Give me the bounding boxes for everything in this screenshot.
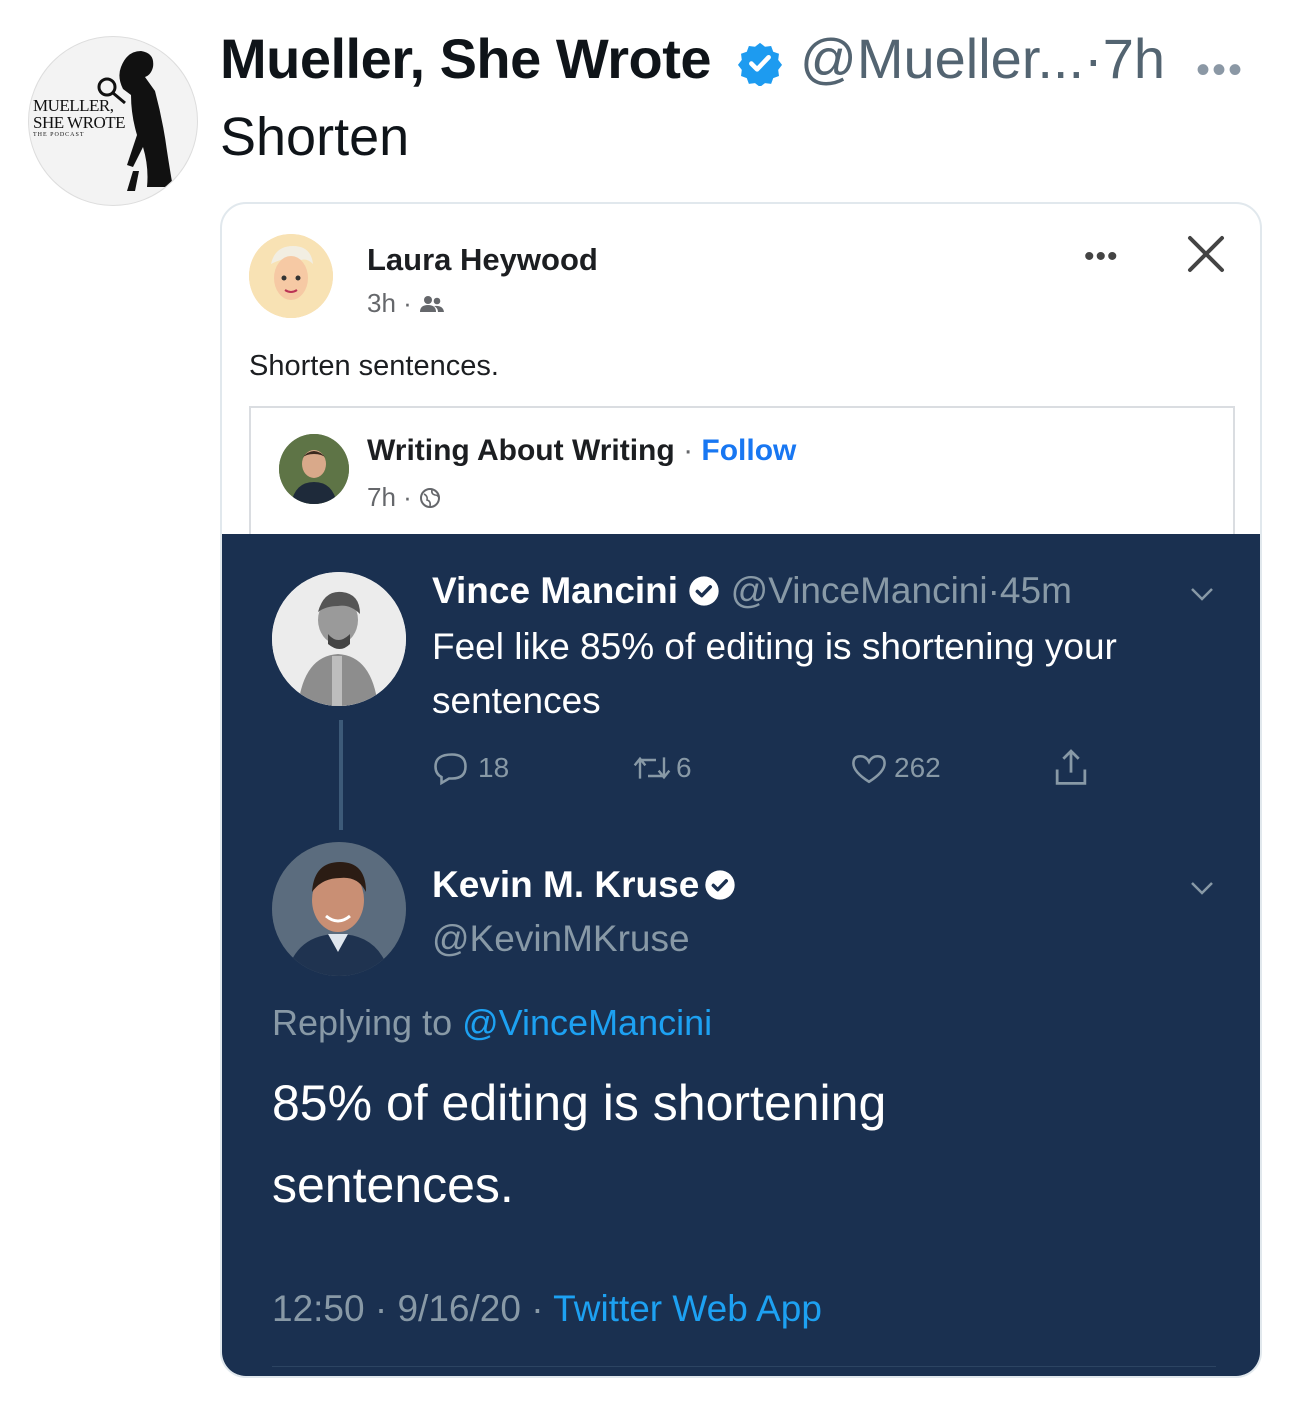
like-count: 262 xyxy=(894,752,941,783)
shared-post-meta: 7h · xyxy=(367,482,441,513)
retweet-icon[interactable] xyxy=(632,752,672,784)
kevin-handle: @KevinMKruse xyxy=(432,918,690,959)
replying-to-row: Replying to @VinceMancini xyxy=(272,1002,712,1044)
person-photo-icon xyxy=(272,842,406,976)
logo-line-1: MUELLER, xyxy=(33,96,114,115)
author-handle-time[interactable]: @Mueller...·7h xyxy=(800,26,1165,91)
reply-source[interactable]: Twitter Web App xyxy=(553,1288,822,1329)
separator-dot: · xyxy=(403,288,412,318)
tweet-time: 7h xyxy=(1102,27,1165,90)
kevin-text-line-1: 85% of editing is shortening xyxy=(272,1075,887,1131)
vince-name[interactable]: Vince Mancini xyxy=(432,570,678,611)
verified-badge-icon xyxy=(705,870,735,900)
heart-icon[interactable] xyxy=(850,752,888,786)
vince-handle: @VinceMancini xyxy=(730,570,988,611)
thread-line xyxy=(339,720,343,830)
retweet-count: 6 xyxy=(676,752,692,783)
facebook-post-time: 3h xyxy=(367,288,396,318)
logo-line-3: THE PODCAST xyxy=(33,132,85,138)
facebook-post-text: Shorten sentences. xyxy=(249,350,499,382)
writing-about-writing-avatar xyxy=(279,434,349,504)
friends-audience-icon xyxy=(420,296,445,312)
separator-dot: · xyxy=(531,1288,544,1329)
vince-time: 45m xyxy=(999,570,1072,611)
vince-text-line-2: sentences xyxy=(432,680,601,721)
reply-time: 12:50 xyxy=(272,1288,365,1329)
tweet-text: Shorten xyxy=(220,107,410,167)
facebook-post-meta: 3h · xyxy=(367,288,445,319)
kevin-text-line-2: sentences. xyxy=(272,1157,514,1213)
globe-icon xyxy=(420,488,441,508)
facebook-author-name[interactable]: Laura Heywood xyxy=(367,242,598,278)
reply-icon[interactable] xyxy=(434,750,470,786)
divider xyxy=(272,1366,1216,1367)
close-icon[interactable] xyxy=(1184,232,1228,276)
shared-page-name[interactable]: Writing About Writing xyxy=(367,434,675,467)
more-options-icon[interactable]: ••• xyxy=(1196,48,1244,93)
share-icon[interactable] xyxy=(1052,748,1090,788)
separator-dot: · xyxy=(1084,27,1103,90)
person-photo-icon xyxy=(272,572,406,706)
reply-count: 18 xyxy=(478,752,510,783)
vince-header-row: Vince Mancini @VinceMancini·45m xyxy=(432,570,1072,612)
reply-date: 9/16/20 xyxy=(397,1288,521,1329)
separator-dot: · xyxy=(683,434,694,467)
memoji-avatar-icon xyxy=(249,234,333,318)
kevin-timestamp-row: 12:50 · 9/16/20 · Twitter Web App xyxy=(272,1288,822,1330)
shared-page-name-row: Writing About Writing · Follow xyxy=(367,434,796,468)
shared-post-card[interactable]: Writing About Writing · Follow 7h · xyxy=(249,406,1235,546)
replying-to-label: Replying to xyxy=(272,1002,453,1043)
separator-dot: · xyxy=(403,482,412,512)
separator-dot: · xyxy=(374,1288,388,1329)
page-avatar-icon xyxy=(279,434,349,504)
verified-badge-icon xyxy=(737,42,783,86)
twitter-screenshot: Vince Mancini @VinceMancini·45m Feel lik… xyxy=(222,534,1260,1376)
kevin-kruse-avatar xyxy=(272,842,406,976)
vince-mancini-avatar xyxy=(272,572,406,706)
author-avatar[interactable]: MUELLER, SHE WROTE THE PODCAST xyxy=(28,36,198,206)
chevron-down-icon[interactable] xyxy=(1188,584,1216,604)
kevin-name[interactable]: Kevin M. Kruse xyxy=(432,864,699,905)
separator-dot: · xyxy=(987,570,1000,611)
logo-line-2: SHE WROTE xyxy=(33,113,126,132)
tweet-media-image[interactable]: Laura Heywood 3h · ••• Shorten sentences… xyxy=(220,202,1262,1378)
facebook-more-icon[interactable]: ••• xyxy=(1084,240,1119,274)
author-handle: @Mueller... xyxy=(800,27,1085,90)
vince-text-line-1: Feel like 85% of editing is shortening y… xyxy=(432,626,1117,667)
chevron-down-icon[interactable] xyxy=(1188,878,1216,898)
laura-heywood-avatar xyxy=(249,234,333,318)
kevin-name-row: Kevin M. Kruse xyxy=(432,864,736,906)
follow-link[interactable]: Follow xyxy=(701,434,796,467)
replying-to-handle[interactable]: @VinceMancini xyxy=(462,1002,712,1043)
vince-actions: 18 6 262 xyxy=(432,748,1192,796)
verified-badge-icon xyxy=(689,576,720,606)
shared-post-time: 7h xyxy=(367,482,396,512)
author-name[interactable]: Mueller, She Wrote xyxy=(220,26,711,91)
